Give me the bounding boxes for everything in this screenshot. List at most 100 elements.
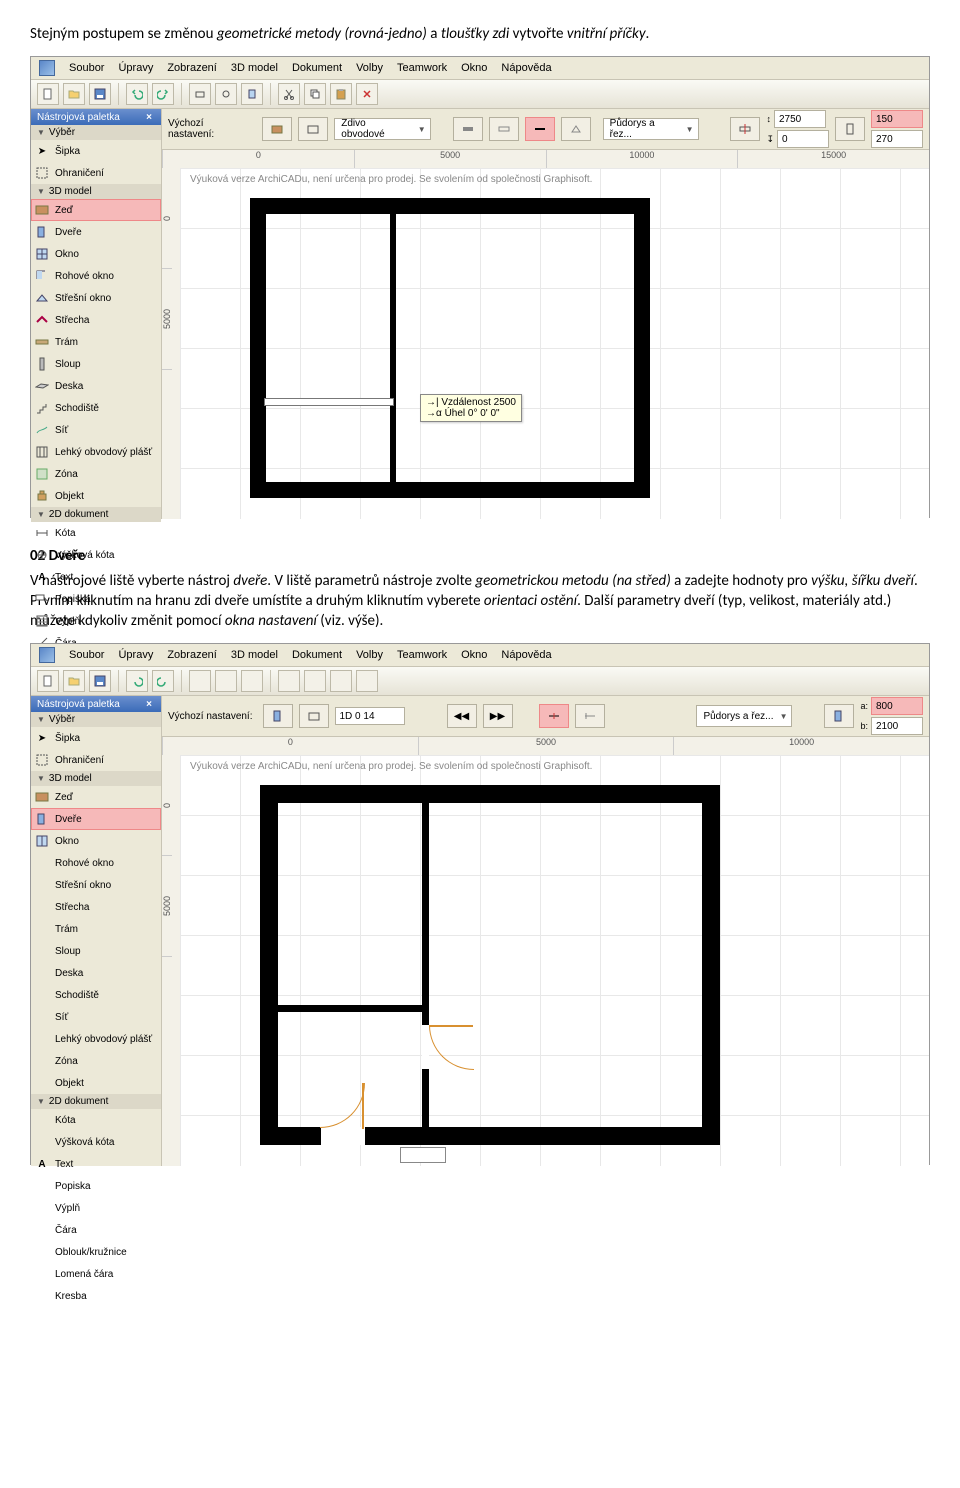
base-field[interactable]: 0 [777,130,829,148]
tool-arrow[interactable]: ➤Šipka [31,727,161,749]
tool-level-dim[interactable]: Výšková kóta [31,544,161,566]
tool-text[interactable]: AText [31,1153,161,1175]
menu-item[interactable]: 3D model [231,62,278,74]
new-button[interactable] [37,670,59,692]
undo-button[interactable] [126,670,148,692]
tool-dimension[interactable]: Kóta [31,1109,161,1131]
tool-stair[interactable]: Schodiště [31,984,161,1006]
tool-corner-window[interactable]: Rohové okno [31,852,161,874]
undo-button[interactable] [126,83,148,105]
save-button[interactable] [89,83,111,105]
menu-item[interactable]: Úpravy [118,649,153,661]
tool-wall[interactable]: Zeď [31,786,161,808]
tool-level-dim[interactable]: Výšková kóta [31,1131,161,1153]
tool-stair[interactable]: Schodiště [31,397,161,419]
menu-item[interactable]: Volby [356,649,383,661]
menu-item[interactable]: Soubor [69,649,104,661]
view-dropdown[interactable]: Půdorys a řez... [696,705,792,727]
palette-section-2d[interactable]: 2D dokument [31,507,161,522]
tool-drawing[interactable]: Kresba [31,1285,161,1307]
tool-column[interactable]: Sloup [31,353,161,375]
tool-roof[interactable]: Střecha [31,309,161,331]
tool-arrow[interactable]: ➤Šipka [31,140,161,162]
palette-section-3d[interactable]: 3D model [31,184,161,199]
tool-door[interactable]: Dveře [31,808,161,830]
open-button[interactable] [63,670,85,692]
tool-slab[interactable]: Deska [31,375,161,397]
redo-button[interactable] [152,83,174,105]
tool-dimension[interactable]: Kóta [31,522,161,544]
tool-mesh[interactable]: Síť [31,1006,161,1028]
tool-mesh[interactable]: Síť [31,419,161,441]
tool-button[interactable] [215,83,237,105]
composite-dropdown[interactable]: Zdivo obvodové [334,118,430,140]
menu-item[interactable]: Nápověda [501,649,551,661]
copy-button[interactable] [304,83,326,105]
delete-button[interactable] [356,670,378,692]
tool-corner-window[interactable]: Rohové okno [31,265,161,287]
tool-polyline[interactable]: Lomená čára [31,1263,161,1285]
tool-beam[interactable]: Trám [31,918,161,940]
settings-button[interactable] [263,704,293,728]
menu-item[interactable]: Volby [356,62,383,74]
tool-button[interactable] [241,670,263,692]
tool-wall[interactable]: Zeď [31,199,161,221]
menu-item[interactable]: Dokument [292,62,342,74]
tool-column[interactable]: Sloup [31,940,161,962]
tool-door[interactable]: Dveře [31,221,161,243]
menu-item[interactable]: Soubor [69,62,104,74]
favorites-button[interactable] [299,704,329,728]
paste-button[interactable] [330,670,352,692]
tool-text[interactable]: AText [31,566,161,588]
new-button[interactable] [37,83,59,105]
geometry-method-1[interactable] [453,117,483,141]
drawing-canvas[interactable]: Výuková verze ArchiCADu, není určena pro… [180,168,929,519]
door-width-field[interactable]: 800 [871,697,923,715]
paste-button[interactable] [330,83,352,105]
tool-button[interactable] [189,670,211,692]
tool-line[interactable]: Čára [31,1219,161,1241]
redo-button[interactable] [152,670,174,692]
palette-section-2d[interactable]: 2D dokument [31,1094,161,1109]
tool-curtain-wall[interactable]: Lehký obvodový plášť [31,441,161,463]
menu-item[interactable]: Zobrazení [167,649,217,661]
copy-button[interactable] [304,670,326,692]
door-id-field[interactable]: 1D 0 14 [335,707,405,725]
height-field[interactable]: 2750 [774,110,826,128]
geometry-method-2[interactable] [489,117,519,141]
delete-button[interactable] [356,83,378,105]
tool-label[interactable]: Popiska [31,1175,161,1197]
drawing-canvas[interactable]: Výuková verze ArchiCADu, není určena pro… [180,755,929,1166]
tool-label[interactable]: Popiska [31,588,161,610]
tool-object[interactable]: Objekt [31,485,161,507]
geometry-method-4[interactable] [561,117,591,141]
menu-item[interactable]: 3D model [231,649,278,661]
tool-roof[interactable]: Střecha [31,896,161,918]
tool-window[interactable]: Okno [31,243,161,265]
nav-prev[interactable]: ◀◀ [447,704,477,728]
angle-field[interactable]: 270 [871,130,923,148]
tool-curtain-wall[interactable]: Lehký obvodový plášť [31,1028,161,1050]
tool-fill[interactable]: Výplň [31,1197,161,1219]
palette-section-3d[interactable]: 3D model [31,771,161,786]
menu-item[interactable]: Úpravy [118,62,153,74]
menu-item[interactable]: Zobrazení [167,62,217,74]
cut-button[interactable] [278,83,300,105]
tool-arc[interactable]: Oblouk/kružnice [31,1241,161,1263]
menu-item[interactable]: Teamwork [397,649,447,661]
anchor-center[interactable] [539,704,569,728]
tool-object[interactable]: Objekt [31,1072,161,1094]
tool-fill[interactable]: Výplň [31,610,161,632]
tool-skylight[interactable]: Střešní okno [31,874,161,896]
ref-line-button[interactable] [730,117,760,141]
palette-section-select[interactable]: Výběr [31,125,161,140]
menu-item[interactable]: Okno [461,649,487,661]
settings-button[interactable] [262,117,292,141]
tool-button[interactable] [215,670,237,692]
tool-button[interactable] [241,83,263,105]
save-button[interactable] [89,670,111,692]
tool-window[interactable]: Okno [31,830,161,852]
menu-item[interactable]: Nápověda [501,62,551,74]
geometry-method-3[interactable] [525,117,555,141]
thickness-field[interactable]: 150 [871,110,923,128]
